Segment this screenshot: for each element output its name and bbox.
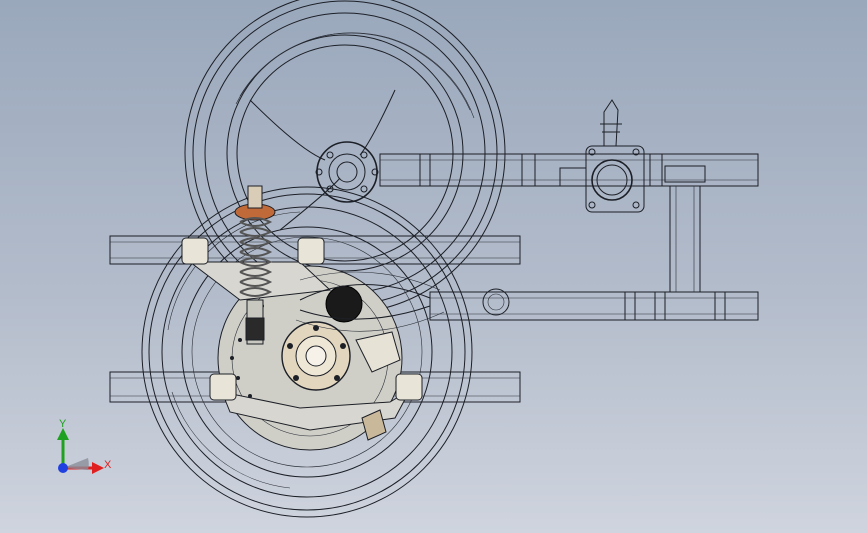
z-axis-dot <box>58 463 68 473</box>
steering-knuckle[interactable] <box>559 99 645 213</box>
frame-lower-rail[interactable] <box>429 291 759 321</box>
frame-crossmember[interactable] <box>669 185 701 293</box>
y-axis-label: Y <box>59 418 67 430</box>
x-axis-label: X <box>104 459 112 471</box>
axis-triad: Y X <box>57 418 112 474</box>
frame-upper-rail[interactable] <box>379 153 759 187</box>
wheel-hub[interactable] <box>281 321 351 391</box>
rail-bushing[interactable] <box>482 288 510 316</box>
cad-viewport[interactable]: Y X <box>0 0 867 533</box>
model-wireframe[interactable]: Y X <box>0 0 867 533</box>
